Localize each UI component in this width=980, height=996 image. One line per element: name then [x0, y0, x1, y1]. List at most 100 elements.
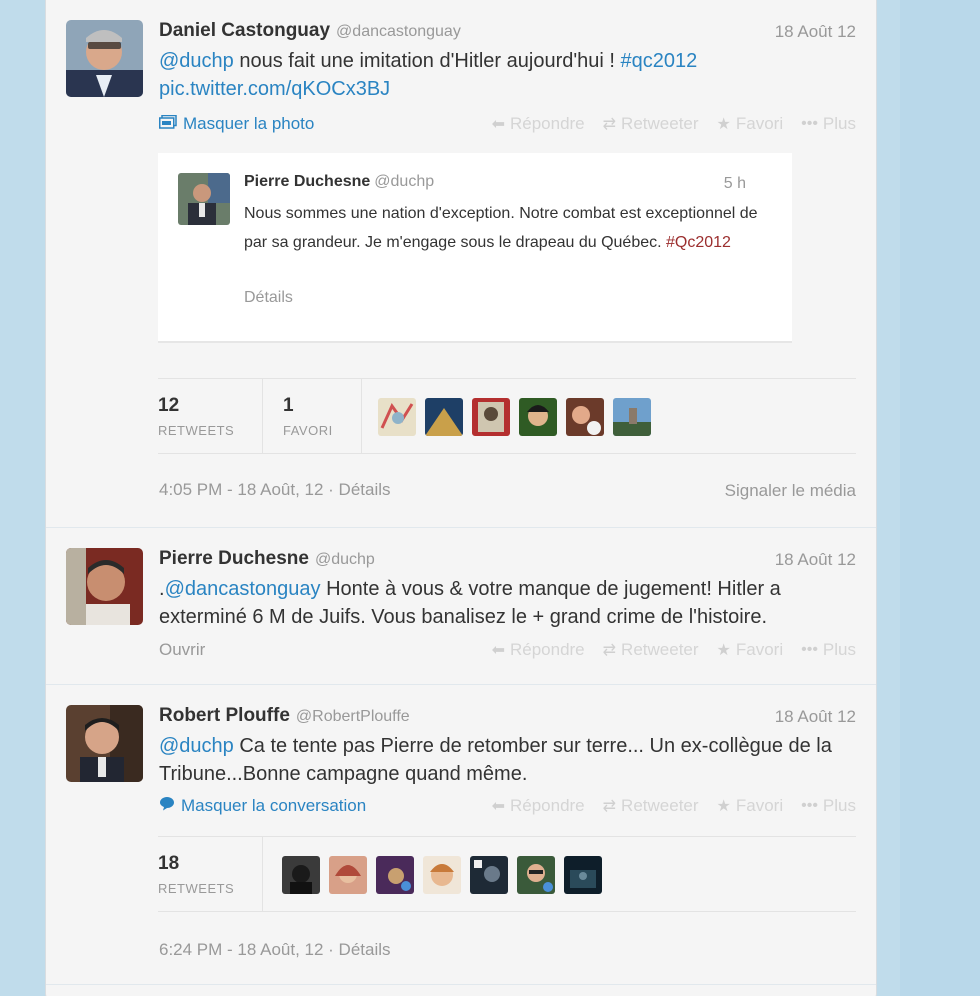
- media-link[interactable]: pic.twitter.com/qKOCx3BJ: [159, 78, 390, 100]
- reply-label[interactable]: Répondre: [510, 640, 585, 660]
- tweet-timestamp[interactable]: 4:05 PM - 18 Août, 12 · Détails: [159, 480, 391, 500]
- retweet-icon: ⇄: [602, 642, 617, 659]
- retweet-action[interactable]: ⇄ Retweeter: [603, 114, 699, 134]
- tweet-expanded[interactable]: Daniel Castonguay @dancastonguay 18 Août …: [46, 0, 876, 528]
- embedded-hashtag[interactable]: #Qc2012: [666, 234, 731, 251]
- author-name[interactable]: Daniel Castonguay @dancastonguay: [159, 20, 461, 42]
- tweet[interactable]: Pierre Duchesne @duchp 18 Août 12 .@danca…: [46, 528, 876, 685]
- more-label[interactable]: Plus: [823, 114, 856, 134]
- user-avatar[interactable]: [566, 398, 604, 436]
- more-action[interactable]: ••• Plus: [801, 114, 856, 134]
- author-name[interactable]: Pierre Duchesne @duchp: [159, 548, 375, 570]
- embedded-details-link[interactable]: Détails: [244, 289, 293, 307]
- tweet-date[interactable]: 18 Août 12: [775, 22, 856, 42]
- tweet-date[interactable]: 18 Août 12: [775, 707, 856, 727]
- favorites-stat[interactable]: 1 FAVORI: [283, 379, 361, 453]
- author-handle[interactable]: @duchp: [315, 551, 375, 568]
- retweet-action[interactable]: ⇄ Retweeter: [603, 640, 699, 660]
- hide-conversation-toggle[interactable]: Masquer la conversation: [159, 796, 366, 816]
- avatar[interactable]: [66, 20, 143, 97]
- user-avatar[interactable]: [517, 856, 555, 894]
- retweet-label[interactable]: Retweeter: [621, 114, 698, 134]
- user-avatar[interactable]: [329, 856, 367, 894]
- mention-link[interactable]: @duchp: [159, 735, 234, 757]
- open-link[interactable]: Ouvrir: [159, 640, 205, 660]
- favorites-label: FAVORI: [283, 423, 333, 438]
- tweet-body: Ca te tente pas Pierre de retomber sur t…: [159, 735, 832, 785]
- user-avatar[interactable]: [425, 398, 463, 436]
- embedded-tweet[interactable]: Pierre Duchesne @duchp 5 h Nous sommes un…: [158, 153, 792, 343]
- retweet-label[interactable]: Retweeter: [621, 640, 698, 660]
- favorite-label[interactable]: Favori: [736, 114, 783, 134]
- retweets-stat[interactable]: 12 RETWEETS: [158, 379, 262, 453]
- embedded-author-name[interactable]: Pierre Duchesne: [244, 173, 370, 190]
- retweeter-avatars: [378, 398, 651, 436]
- user-avatar[interactable]: [613, 398, 651, 436]
- favorite-action[interactable]: ★ Favori: [717, 640, 784, 660]
- more-label[interactable]: Plus: [823, 796, 856, 816]
- speech-bubble-icon: [159, 796, 175, 816]
- author-fullname[interactable]: Daniel Castonguay: [159, 20, 330, 41]
- stat-divider: [262, 379, 263, 453]
- retweets-count: 12: [158, 395, 180, 416]
- user-avatar[interactable]: [376, 856, 414, 894]
- user-avatar[interactable]: [472, 398, 510, 436]
- embedded-time[interactable]: 5 h: [724, 175, 746, 193]
- retweet-icon: ⇄: [602, 798, 617, 815]
- retweet-action[interactable]: ⇄ Retweeter: [603, 796, 699, 816]
- user-avatar[interactable]: [519, 398, 557, 436]
- author-fullname[interactable]: Pierre Duchesne: [159, 548, 309, 569]
- tweet-expanded[interactable]: Robert Plouffe @RobertPlouffe 18 Août 12 …: [46, 685, 876, 985]
- user-avatar[interactable]: [378, 398, 416, 436]
- author-fullname[interactable]: Robert Plouffe: [159, 705, 290, 726]
- hide-conversation-label[interactable]: Masquer la conversation: [181, 796, 366, 816]
- more-label[interactable]: Plus: [823, 640, 856, 660]
- retweets-label: RETWEETS: [158, 423, 235, 438]
- author-name[interactable]: Robert Plouffe @RobertPlouffe: [159, 705, 410, 727]
- reply-action[interactable]: ⬅ Répondre: [492, 796, 585, 816]
- hide-photo-label[interactable]: Masquer la photo: [183, 114, 314, 134]
- tweet-stats: 12 RETWEETS 1 FAVORI: [158, 378, 856, 454]
- hashtag-link[interactable]: #qc2012: [621, 50, 698, 72]
- retweets-count: 18: [158, 853, 180, 874]
- user-avatar[interactable]: [470, 856, 508, 894]
- avatar[interactable]: [66, 548, 143, 625]
- reply-action[interactable]: ⬅ Répondre: [492, 640, 585, 660]
- more-action[interactable]: ••• Plus: [801, 640, 856, 660]
- photo-icon: [159, 114, 177, 134]
- retweet-label[interactable]: Retweeter: [621, 796, 698, 816]
- user-avatar[interactable]: [282, 856, 320, 894]
- user-avatar[interactable]: [564, 856, 602, 894]
- avatar[interactable]: [66, 705, 143, 782]
- retweets-stat[interactable]: 18 RETWEETS: [158, 837, 262, 911]
- tweet-timestamp[interactable]: 6:24 PM - 18 Août, 12 · Détails: [159, 940, 391, 960]
- star-icon: ★: [716, 798, 731, 815]
- reply-label[interactable]: Répondre: [510, 114, 585, 134]
- more-action[interactable]: ••• Plus: [801, 796, 856, 816]
- embedded-avatar[interactable]: [178, 173, 230, 225]
- reply-action[interactable]: ⬅ Répondre: [492, 114, 585, 134]
- reply-icon: ⬅: [491, 642, 505, 659]
- retweets-label: RETWEETS: [158, 881, 235, 896]
- report-media-link[interactable]: Signaler le média: [725, 481, 856, 501]
- retweeter-avatars: [282, 856, 602, 894]
- user-avatar[interactable]: [423, 856, 461, 894]
- tweet-actions: ⬅ Répondre ⇄ Retweeter ★ Favori ••• Plus: [492, 114, 856, 134]
- favorite-label[interactable]: Favori: [736, 640, 783, 660]
- timeline-card: Daniel Castonguay @dancastonguay 18 Août …: [45, 0, 877, 996]
- mention-link[interactable]: @duchp: [159, 50, 234, 72]
- author-handle[interactable]: @RobertPlouffe: [296, 708, 410, 725]
- favorite-label[interactable]: Favori: [736, 796, 783, 816]
- hide-photo-toggle[interactable]: Masquer la photo: [159, 114, 314, 134]
- author-handle[interactable]: @dancastonguay: [336, 23, 461, 40]
- embedded-author-handle[interactable]: @duchp: [374, 173, 434, 190]
- reply-label[interactable]: Répondre: [510, 796, 585, 816]
- more-dots-icon: •••: [801, 641, 818, 658]
- favorite-action[interactable]: ★ Favori: [717, 114, 784, 134]
- mention-link[interactable]: @dancastonguay: [165, 578, 321, 600]
- tweet-date[interactable]: 18 Août 12: [775, 550, 856, 570]
- embedded-text: Nous sommes une nation d'exception. Notr…: [244, 199, 764, 257]
- favorite-action[interactable]: ★ Favori: [717, 796, 784, 816]
- embedded-author[interactable]: Pierre Duchesne @duchp: [244, 173, 434, 191]
- tweet-body: nous fait une imitation d'Hitler aujourd…: [233, 50, 621, 72]
